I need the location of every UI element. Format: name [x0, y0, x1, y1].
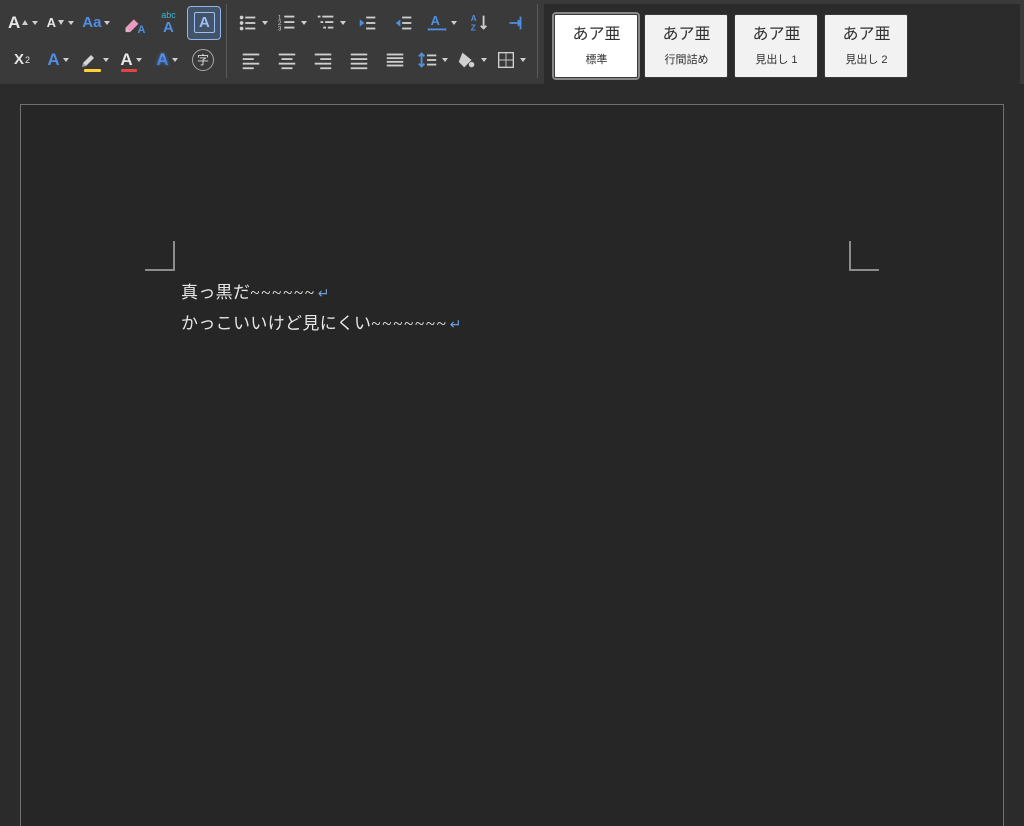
up-arrow-icon — [21, 19, 29, 27]
crop-mark-top-left — [145, 241, 175, 271]
multilevel-icon — [315, 12, 337, 34]
justify-icon — [348, 49, 370, 71]
distribute-button[interactable] — [379, 44, 411, 76]
align-center-icon — [276, 49, 298, 71]
style-card-nospacing[interactable]: あア亜 行間詰め — [644, 14, 728, 78]
style-card-heading1[interactable]: あア亜 見出し 1 — [734, 14, 818, 78]
paragraph-mark-icon: ↵ — [318, 285, 330, 301]
svg-text:Z: Z — [471, 23, 476, 32]
svg-text:A: A — [471, 14, 477, 23]
sort-icon: AZ — [468, 12, 490, 34]
enclose-characters-button[interactable]: 字 — [187, 44, 219, 76]
align-right-icon — [312, 49, 334, 71]
document-line[interactable]: 真っ黒だ~~~~~~↵ — [181, 277, 853, 308]
borders-icon — [495, 49, 517, 71]
document-line[interactable]: かっこいいけど見にくい~~~~~~~↵ — [181, 308, 853, 339]
line-spacing-icon — [417, 49, 439, 71]
svg-text:3: 3 — [278, 25, 282, 32]
text-effects-button[interactable]: A — [151, 44, 183, 76]
shading-icon — [456, 49, 478, 71]
document-area: 真っ黒だ~~~~~~↵ かっこいいけど見にくい~~~~~~~↵ — [0, 84, 1024, 826]
down-arrow-icon — [57, 19, 65, 27]
font-group: A A Aa A abc — [4, 4, 227, 78]
superscript-button[interactable]: X 2 — [6, 44, 38, 76]
align-center-button[interactable] — [271, 44, 303, 76]
justify-button[interactable] — [343, 44, 375, 76]
shrink-font-button[interactable]: A — [44, 7, 76, 39]
bullets-button[interactable] — [235, 7, 270, 39]
bullets-icon — [237, 12, 259, 34]
font-color2-button[interactable]: A — [115, 44, 147, 76]
align-right-button[interactable] — [307, 44, 339, 76]
paragraph-group: 123 A AZ — [233, 4, 538, 78]
indent-decrease-icon — [357, 12, 379, 34]
shading-button[interactable] — [454, 44, 489, 76]
line-spacing-button[interactable] — [415, 44, 450, 76]
sort-button[interactable]: AZ — [463, 7, 495, 39]
align-left-icon — [240, 49, 262, 71]
char-spacing-icon: A — [426, 12, 448, 34]
multilevel-list-button[interactable] — [313, 7, 348, 39]
phonetic-guide-button[interactable]: abc A — [152, 7, 184, 39]
show-formatting-marks-button[interactable] — [499, 7, 531, 39]
svg-text:A: A — [431, 12, 440, 27]
character-spacing-button[interactable]: A — [424, 7, 459, 39]
change-case-button[interactable]: Aa — [80, 7, 112, 39]
document-page[interactable]: 真っ黒だ~~~~~~↵ かっこいいけど見にくい~~~~~~~↵ — [20, 104, 1004, 826]
style-card-heading2[interactable]: あア亜 見出し 2 — [824, 14, 908, 78]
numbering-icon: 123 — [276, 12, 298, 34]
decrease-indent-button[interactable] — [352, 7, 384, 39]
show-marks-icon — [504, 12, 526, 34]
paragraph-mark-icon: ↵ — [450, 316, 462, 332]
crop-mark-top-right — [849, 241, 879, 271]
distribute-icon — [384, 49, 406, 71]
font-color-button[interactable]: A — [42, 44, 74, 76]
borders-button[interactable] — [493, 44, 528, 76]
document-text[interactable]: 真っ黒だ~~~~~~↵ かっこいいけど見にくい~~~~~~~↵ — [181, 277, 853, 340]
grow-font-button[interactable]: A — [6, 7, 40, 39]
character-border-button[interactable]: A — [188, 7, 220, 39]
increase-indent-button[interactable] — [388, 7, 420, 39]
clear-formatting-button[interactable]: A — [116, 7, 148, 39]
highlighter-icon — [80, 51, 100, 69]
numbering-button[interactable]: 123 — [274, 7, 309, 39]
ribbon-toolbar: A A Aa A abc — [0, 0, 1024, 84]
indent-increase-icon — [393, 12, 415, 34]
align-left-button[interactable] — [235, 44, 267, 76]
styles-gallery: あア亜 標準 あア亜 行間詰め あア亜 見出し 1 あア亜 見出し 2 — [544, 4, 1020, 88]
style-card-normal[interactable]: あア亜 標準 — [554, 14, 638, 78]
text-highlight-button[interactable] — [78, 44, 111, 76]
